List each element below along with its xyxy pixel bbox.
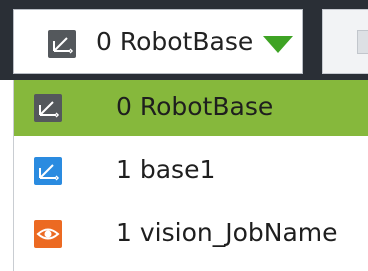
base-coordinate-icon	[34, 157, 62, 185]
robot-base-coordinate-icon	[34, 94, 62, 122]
vision-eye-icon	[34, 220, 62, 248]
robot-base-coordinate-icon	[48, 30, 76, 58]
chevron-down-icon[interactable]	[263, 36, 293, 53]
coordinate-frame-dropdown-list: 0 RobotBase 1 base1 1 vision_JobName	[13, 80, 368, 271]
list-item-robotbase[interactable]: 0 RobotBase	[14, 80, 368, 136]
list-item-label: 0 RobotBase	[116, 92, 274, 121]
list-item-base1[interactable]: 1 base1	[14, 143, 368, 199]
adjacent-control[interactable]	[322, 9, 368, 74]
coordinate-frame-picker: 0 RobotBase 0 RobotBase 1 base1 1 vision…	[0, 0, 368, 271]
list-item-label: 1 base1	[116, 155, 216, 184]
list-item-vision-jobname[interactable]: 1 vision_JobName	[14, 206, 368, 262]
coordinate-frame-combobox[interactable]: 0 RobotBase	[13, 9, 303, 74]
list-item-label: 1 vision_JobName	[116, 218, 338, 247]
adjacent-control-button[interactable]	[357, 30, 368, 54]
combobox-selected-value: 0 RobotBase	[96, 27, 254, 56]
